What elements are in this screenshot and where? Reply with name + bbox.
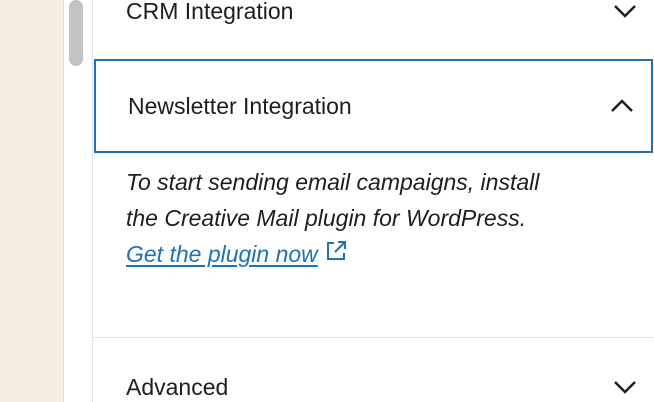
crm-integration-toggle[interactable]: CRM Integration [93, 0, 654, 42]
settings-sidebar-panel: CRM Integration Newsletter Integration T… [93, 0, 654, 402]
scrollbar-track[interactable] [64, 0, 93, 402]
editor-settings-frame: CRM Integration Newsletter Integration T… [0, 0, 654, 402]
editor-canvas-edge [0, 0, 64, 402]
advanced-title: Advanced [126, 373, 229, 400]
crm-integration-title: CRM Integration [126, 0, 294, 24]
chevron-down-icon [610, 372, 640, 402]
newsletter-description-line-2: the Creative Mail plugin for WordPress. [126, 205, 527, 231]
newsletter-description-line-1: To start sending email campaigns, instal… [126, 169, 540, 195]
scrollbar-thumb[interactable] [69, 0, 83, 66]
get-plugin-link[interactable]: Get the plugin now [126, 241, 318, 267]
section-divider [93, 337, 654, 338]
chevron-down-icon [610, 0, 640, 26]
newsletter-integration-title: Newsletter Integration [128, 92, 352, 119]
newsletter-integration-toggle[interactable]: Newsletter Integration [94, 59, 653, 153]
chevron-up-icon [607, 91, 637, 121]
advanced-toggle[interactable]: Advanced [93, 356, 654, 402]
external-link-icon[interactable] [324, 237, 348, 261]
newsletter-integration-body: To start sending email campaigns, instal… [126, 164, 636, 272]
